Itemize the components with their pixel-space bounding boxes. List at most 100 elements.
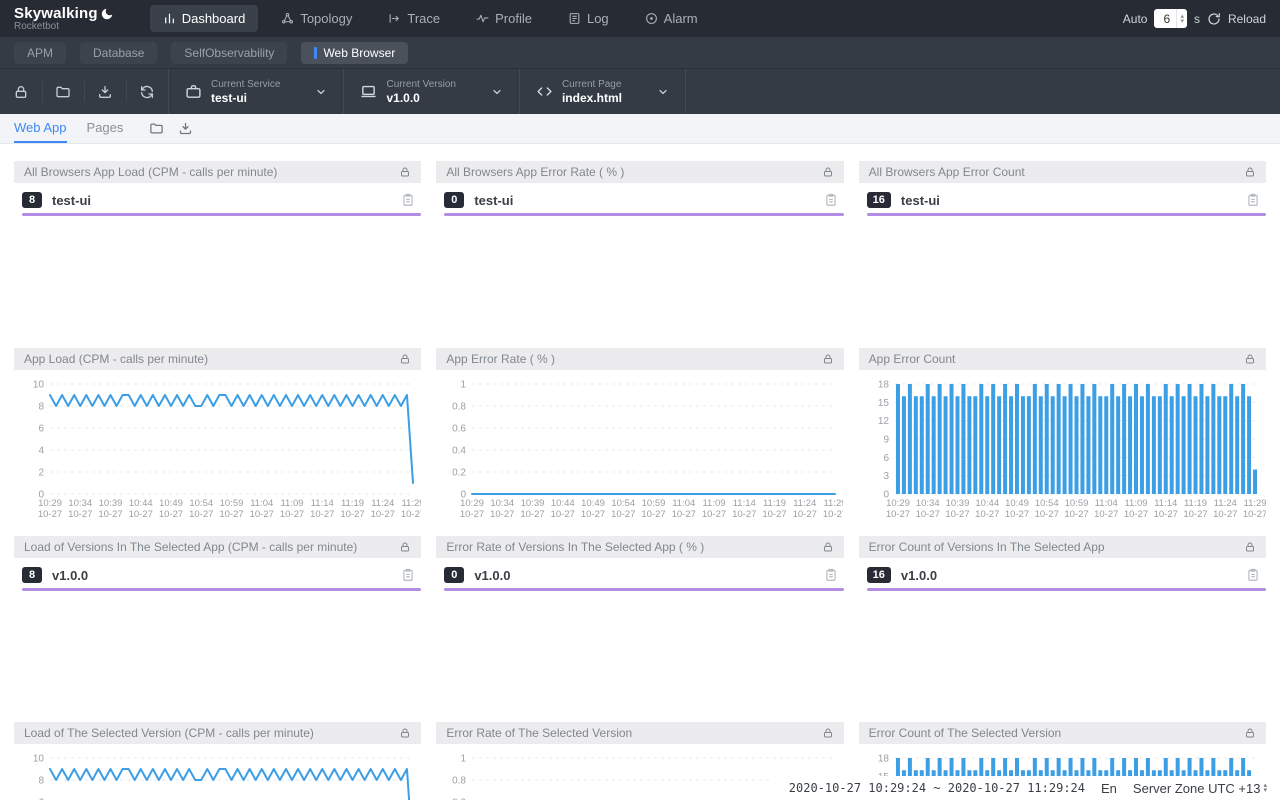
metric-list-panel: All Browsers App Load (CPM - calls per m…: [14, 161, 421, 348]
tab-web-browser[interactable]: Web Browser: [301, 42, 408, 64]
nav-item-dashboard[interactable]: Dashboard: [150, 5, 259, 32]
chart-canvas: 00.20.40.60.8110:2910-2710:3410-2710:391…: [436, 376, 843, 536]
time-range-picker[interactable]: 2020-10-27 10:29:24 ~ 2020-10-27 11:29:2…: [789, 781, 1085, 795]
current-version-selector[interactable]: Current Version v1.0.0: [343, 69, 518, 114]
svg-text:10-27: 10-27: [975, 509, 999, 520]
lock-icon[interactable]: [399, 727, 411, 739]
laptop-icon: [360, 83, 377, 100]
nav-label: Topology: [300, 11, 352, 26]
reload-label[interactable]: Reload: [1228, 12, 1266, 26]
panel-title: All Browsers App Error Rate ( % ): [446, 165, 624, 179]
selector-label: Current Page: [562, 79, 622, 90]
logo-subtitle: Rocketbot: [14, 21, 114, 32]
selector-label: Current Version: [386, 79, 455, 90]
metric-list-item[interactable]: 8 test-ui: [22, 192, 415, 208]
lock-icon[interactable]: [822, 541, 834, 553]
tab-database[interactable]: Database: [80, 42, 157, 64]
svg-text:11:29: 11:29: [1243, 498, 1266, 509]
tab-selfobservability[interactable]: SelfObservability: [171, 42, 287, 64]
lock-icon[interactable]: [1244, 353, 1256, 365]
top-navbar: Skywalking Rocketbot Dashboard Topology …: [0, 0, 1280, 37]
nav-item-alarm[interactable]: Alarm: [632, 5, 711, 32]
nav-label: Log: [587, 11, 609, 26]
auto-interval-stepper[interactable]: ▴▾: [1176, 9, 1187, 28]
lock-icon[interactable]: [399, 353, 411, 365]
panel-header: Load of The Selected Version (CPM - call…: [14, 722, 421, 744]
nav-item-trace[interactable]: Trace: [375, 5, 453, 32]
svg-text:0.2: 0.2: [452, 468, 466, 479]
panel-title: App Load (CPM - calls per minute): [24, 352, 208, 366]
server-zone-control[interactable]: Server Zone UTC +13 ▴▾: [1133, 781, 1270, 796]
svg-text:11:19: 11:19: [1184, 498, 1207, 509]
clipboard-icon[interactable]: [824, 567, 838, 583]
nav-item-topology[interactable]: Topology: [268, 5, 365, 32]
metric-list-panel: Error Count of Versions In The Selected …: [859, 536, 1266, 722]
lock-icon[interactable]: [822, 727, 834, 739]
usage-bar: [444, 588, 843, 591]
svg-text:10-27: 10-27: [763, 509, 787, 520]
metric-badge: 16: [867, 567, 891, 583]
svg-text:10-27: 10-27: [490, 509, 514, 520]
nav-label: Alarm: [664, 11, 698, 26]
lock-icon[interactable]: [399, 166, 411, 178]
code-icon: [536, 83, 553, 100]
metric-list-item[interactable]: 0 v1.0.0: [444, 567, 837, 583]
svg-text:11:09: 11:09: [1124, 498, 1147, 509]
svg-text:11:24: 11:24: [1213, 498, 1236, 509]
svg-text:10-27: 10-27: [793, 509, 817, 520]
tab-label: Database: [93, 46, 144, 60]
metric-name: test-ui: [474, 193, 513, 208]
current-page-selector[interactable]: Current Page index.html: [519, 69, 686, 114]
lock-edit-button[interactable]: [0, 69, 42, 114]
nav-item-profile[interactable]: Profile: [463, 5, 545, 32]
metric-list-item[interactable]: 16 test-ui: [867, 192, 1260, 208]
lock-icon[interactable]: [822, 353, 834, 365]
metric-list-item[interactable]: 16 v1.0.0: [867, 567, 1260, 583]
svg-text:6: 6: [883, 453, 889, 464]
svg-text:10:34: 10:34: [915, 498, 939, 509]
server-zone-stepper[interactable]: ▴▾: [1260, 783, 1270, 793]
clipboard-icon[interactable]: [1246, 567, 1260, 583]
subtab-web-app[interactable]: Web App: [14, 114, 67, 143]
subtab-pages[interactable]: Pages: [87, 114, 124, 143]
nav-item-log[interactable]: Log: [555, 5, 622, 32]
lock-icon[interactable]: [399, 541, 411, 553]
metric-list-item[interactable]: 0 test-ui: [444, 192, 837, 208]
export-button[interactable]: [84, 69, 126, 114]
server-zone-value: +13: [1238, 781, 1260, 796]
reload-icon[interactable]: [1207, 12, 1221, 26]
clipboard-icon[interactable]: [401, 567, 415, 583]
lock-icon[interactable]: [1244, 541, 1256, 553]
chart-panel: App Error Rate ( % ) 00.20.40.60.8110:29…: [436, 348, 843, 536]
metric-badge: 16: [867, 192, 891, 208]
svg-text:10-27: 10-27: [1183, 509, 1207, 520]
sync-button[interactable]: [126, 69, 168, 114]
svg-text:10:59: 10:59: [642, 498, 666, 509]
tab-apm[interactable]: APM: [14, 42, 66, 64]
current-service-selector[interactable]: Current Service test-ui: [168, 69, 343, 114]
panel-header: Error Count of Versions In The Selected …: [859, 536, 1266, 558]
clipboard-icon[interactable]: [824, 192, 838, 208]
metric-name: v1.0.0: [52, 568, 88, 583]
folder-icon[interactable]: [149, 121, 164, 136]
download-icon[interactable]: [178, 121, 193, 136]
svg-text:10-27: 10-27: [1094, 509, 1118, 520]
clipboard-icon[interactable]: [1246, 192, 1260, 208]
svg-text:10-27: 10-27: [250, 509, 274, 520]
metric-list-item[interactable]: 8 v1.0.0: [22, 567, 415, 583]
chart-panel: App Load (CPM - calls per minute) 024681…: [14, 348, 421, 536]
lock-icon[interactable]: [1244, 727, 1256, 739]
auto-interval-input[interactable]: 6 ▴▾: [1154, 9, 1187, 28]
page-subtabs: Web App Pages: [0, 114, 1280, 144]
alarm-icon: [645, 12, 658, 25]
template-folder-button[interactable]: [42, 69, 84, 114]
language-selector[interactable]: En: [1101, 781, 1117, 796]
svg-text:10-27: 10-27: [551, 509, 575, 520]
svg-text:11:09: 11:09: [280, 498, 303, 509]
clipboard-icon[interactable]: [401, 192, 415, 208]
active-tab-indicator: [314, 47, 317, 59]
lock-icon[interactable]: [1244, 166, 1256, 178]
svg-text:10-27: 10-27: [1153, 509, 1177, 520]
panel-title: Error Rate of Versions In The Selected A…: [446, 540, 704, 554]
lock-icon[interactable]: [822, 166, 834, 178]
